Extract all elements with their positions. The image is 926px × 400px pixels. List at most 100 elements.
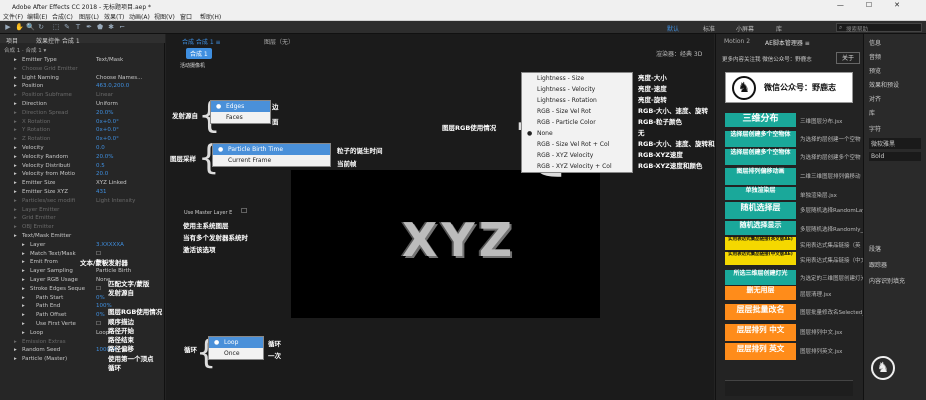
script-button[interactable]: 层层排列 中文 <box>725 324 796 341</box>
twirl-icon[interactable]: ▸ <box>14 206 17 214</box>
menu-edit[interactable]: 编辑(E) <box>27 12 47 21</box>
twirl-icon[interactable]: ▸ <box>14 100 17 108</box>
property-row[interactable]: Direction Uniform ▸ <box>0 100 165 108</box>
side-panel-item[interactable]: 内容识别填充 <box>869 276 905 285</box>
property-value[interactable]: ☐ <box>96 320 101 328</box>
side-panel-item[interactable]: 字符 <box>869 124 881 133</box>
menu-animation[interactable]: 动画(A) <box>129 12 150 21</box>
type-tool-icon[interactable]: T <box>74 23 82 31</box>
property-value[interactable]: Light Intensity <box>96 197 135 205</box>
side-panel-item[interactable]: 库 <box>869 108 875 117</box>
menu-item[interactable]: Lightness - Velocity <box>522 84 632 95</box>
selection-tool-icon[interactable]: ▶ <box>4 23 12 31</box>
zoom-tool-icon[interactable]: 🔍 <box>26 23 35 31</box>
script-button[interactable]: 随机选择层 <box>725 202 796 219</box>
side-panel-item[interactable]: 对齐 <box>869 94 881 103</box>
master-layer-checkbox[interactable]: ☐ <box>241 207 247 215</box>
property-row[interactable]: Choose Grid Emitter ▸ <box>0 65 165 73</box>
twirl-icon[interactable]: ▸ <box>14 118 17 126</box>
menu-item[interactable]: Current Frame <box>213 155 330 166</box>
workspace-standard[interactable]: 标准 <box>703 24 715 33</box>
script-button[interactable]: 层层批量改名 <box>725 304 796 320</box>
property-row[interactable]: Position 463.0,200.0 ▸ <box>0 82 165 90</box>
workspace-library[interactable]: 库 <box>776 24 782 33</box>
shape-tool-icon[interactable]: ⬚ <box>52 23 60 31</box>
property-row[interactable]: Layer 3.XXXXXA ▸ <box>0 241 165 249</box>
property-row[interactable]: Emitter Size XYZ 431 ▸ <box>0 188 165 196</box>
menu-item[interactable]: Lightness - Size <box>522 73 632 84</box>
tab-effect-controls[interactable]: 效果控件 合成 1 <box>36 36 80 45</box>
help-search-input[interactable]: ⌕ 搜索帮助 <box>836 23 922 33</box>
tab-project[interactable]: 项目 <box>6 36 18 45</box>
property-row[interactable]: Use First Verte ☐ ▸ <box>0 320 165 328</box>
property-value[interactable]: 20.0% <box>96 153 113 161</box>
property-row[interactable]: Direction Spread 20.0% ▸ <box>0 109 165 117</box>
menu-layer[interactable]: 图层(L) <box>79 12 99 21</box>
twirl-icon[interactable]: ▸ <box>22 241 25 249</box>
menu-help[interactable]: 帮助(H) <box>200 12 221 21</box>
property-value[interactable]: Text/Mask <box>96 56 123 64</box>
script-button[interactable]: 三维分布 <box>725 113 796 127</box>
property-row[interactable]: Y Rotation 0x+0.0° ▸ <box>0 126 165 134</box>
twirl-icon[interactable]: ▸ <box>22 294 25 302</box>
window-controls[interactable]: —☐✕ <box>837 1 922 9</box>
twirl-icon[interactable]: ▸ <box>14 355 17 363</box>
property-value[interactable]: 0.5 <box>96 162 105 170</box>
menu-file[interactable]: 文件(F) <box>3 12 23 21</box>
twirl-icon[interactable]: ▸ <box>14 82 17 90</box>
menu-item[interactable]: ● None <box>522 128 632 139</box>
property-row[interactable]: Path Start 0% ▸ <box>0 294 165 302</box>
menu-window[interactable]: 窗口 <box>180 12 192 21</box>
property-row[interactable]: Text/Mask Emitter ▸ <box>0 232 165 240</box>
menu-item[interactable]: RGB - XYZ Velocity <box>522 150 632 161</box>
side-panel-item[interactable]: 信息 <box>869 38 881 47</box>
twirl-icon[interactable]: ▸ <box>14 223 17 231</box>
side-panel-item[interactable]: 效果和预设 <box>869 80 899 89</box>
tab-layer[interactable]: 图层（无） <box>264 37 294 46</box>
property-value[interactable]: 0x+0.0° <box>96 126 119 134</box>
breadcrumb[interactable]: 合成 1 <box>186 48 212 59</box>
twirl-icon[interactable]: ▸ <box>22 267 25 275</box>
twirl-icon[interactable]: ▸ <box>22 329 25 337</box>
twirl-icon[interactable]: ▸ <box>14 338 17 346</box>
tab-motion2[interactable]: Motion 2 <box>724 38 750 45</box>
script-button[interactable]: 所选三维层创建灯光 <box>725 270 796 285</box>
menu-item[interactable]: Faces <box>211 112 270 123</box>
property-row[interactable]: Grid Emitter ▸ <box>0 214 165 222</box>
menu-item[interactable]: RGB - Size Vel Rot + Col <box>522 139 632 150</box>
twirl-icon[interactable]: ▸ <box>22 285 25 293</box>
property-value[interactable]: 0.0 <box>96 144 105 152</box>
twirl-icon[interactable]: ▸ <box>14 56 17 64</box>
property-value[interactable]: ☐ <box>96 285 101 293</box>
property-value[interactable]: XYZ Linked <box>96 179 127 187</box>
property-row[interactable]: Emitter Size XYZ Linked ▸ <box>0 179 165 187</box>
rotate-tool-icon[interactable]: ↻ <box>37 23 45 31</box>
menu-item[interactable]: RGB - XYZ Velocity + Col <box>522 161 632 172</box>
property-value[interactable]: Uniform <box>96 100 118 108</box>
stamp-tool-icon[interactable]: ⬟ <box>96 23 104 31</box>
twirl-icon[interactable]: ▸ <box>14 65 17 73</box>
menu-item[interactable]: ● Particle Birth Time <box>213 144 330 155</box>
property-row[interactable]: Loop Loop ▸ <box>0 329 165 337</box>
side-panel-item[interactable]: 音频 <box>869 52 881 61</box>
property-value[interactable]: Choose Names... <box>96 74 142 82</box>
script-button[interactable]: 单独渲染层 <box>725 187 796 200</box>
property-row[interactable]: Layer Sampling Particle Birth ▸ <box>0 267 165 275</box>
script-button[interactable]: 选择层创建多个空物体 <box>725 149 796 165</box>
property-value[interactable]: 463.0,200.0 <box>96 82 129 90</box>
menu-effect[interactable]: 效果(T) <box>104 12 124 21</box>
composition-viewer[interactable]: XYZ <box>291 170 600 318</box>
twirl-icon[interactable]: ▸ <box>22 302 25 310</box>
property-value[interactable]: 3.XXXXXA <box>96 241 124 249</box>
menu-item[interactable]: Lightness - Rotation <box>522 95 632 106</box>
property-row[interactable]: Particles/sec modifi Light Intensity ▸ <box>0 197 165 205</box>
hand-tool-icon[interactable]: ✋ <box>15 23 24 31</box>
menu-item[interactable]: Once <box>209 348 263 359</box>
script-button[interactable]: 实用表达式集品链接(中文版AE) <box>725 252 796 265</box>
script-button[interactable]: 图层排列偏移动画 <box>725 168 796 185</box>
workspace-default[interactable]: 默认 <box>667 24 679 33</box>
side-panel-item[interactable]: 段落 <box>869 244 881 253</box>
property-value[interactable]: Linear <box>96 91 113 99</box>
loop-menu[interactable]: ● Loop Once <box>208 336 264 360</box>
tab-composition[interactable]: 合成 合成 1 ≡ <box>182 37 221 46</box>
